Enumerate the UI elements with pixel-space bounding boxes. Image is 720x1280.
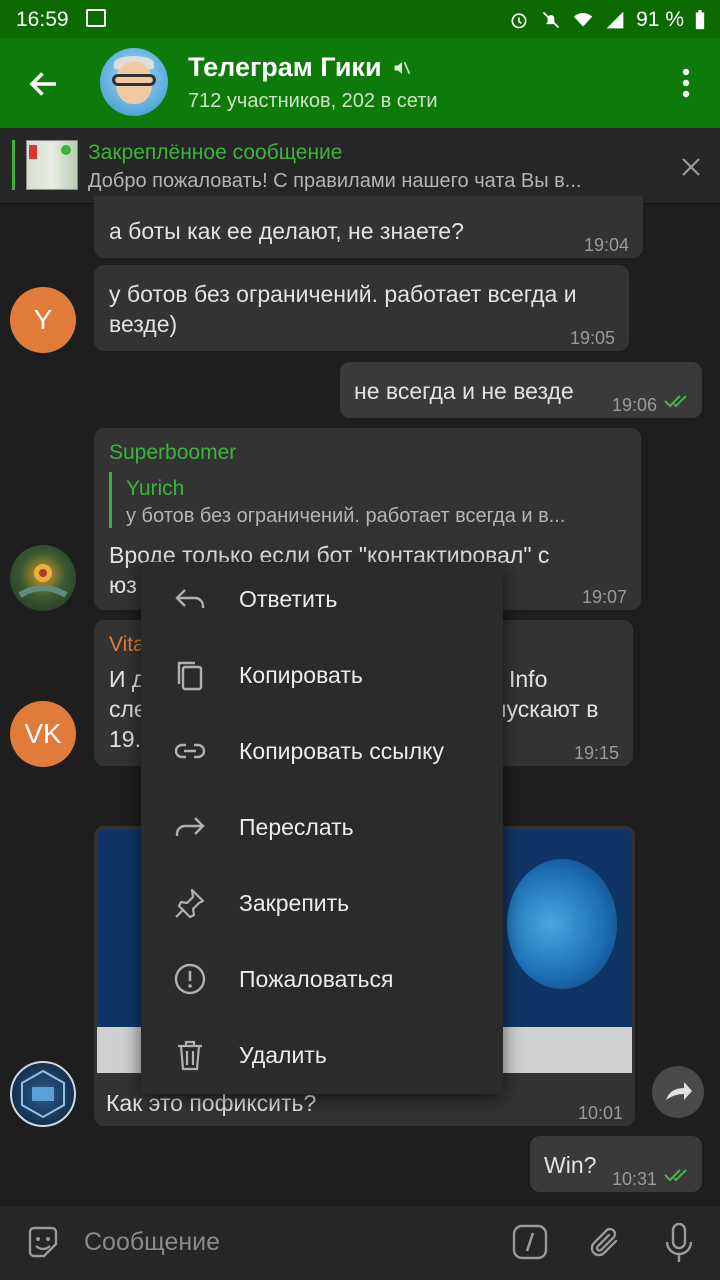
pinned-text: Добро пожаловать! С правилами нашего чат… [88, 170, 582, 192]
menu-item-label: Удалить [239, 1042, 327, 1068]
message-bubble[interactable]: у ботов без ограничений. работает всегда… [94, 265, 629, 351]
menu-item-delete[interactable]: Удалить [141, 1018, 503, 1094]
reply-text: у ботов без ограничений. работает всегда… [126, 505, 566, 527]
message-bubble-outgoing[interactable]: не всегда и не везде 19:06 [340, 362, 702, 418]
reply-icon [175, 589, 205, 608]
double-check-icon [664, 395, 687, 408]
message-context-menu: Ответить Копировать Копировать ссылку Пе… [141, 562, 503, 1094]
menu-item-report[interactable]: Пожаловаться [141, 942, 503, 1018]
menu-item-label: Закрепить [239, 890, 350, 916]
forward-icon [175, 817, 205, 836]
menu-item-reply[interactable]: Ответить [141, 562, 503, 638]
pin-icon [175, 888, 205, 919]
pinned-title: Закреплённое сообщение [88, 141, 343, 164]
status-icons: 91 % [508, 8, 706, 32]
message-text-fragment: пускают в [494, 696, 599, 722]
menu-item-label: Копировать ссылку [239, 738, 445, 764]
avatar[interactable]: VK [10, 701, 76, 767]
menu-item-label: Переслать [239, 814, 354, 840]
menu-item-pin[interactable]: Закрепить [141, 866, 503, 942]
status-time: 16:59 [16, 8, 69, 31]
report-icon [174, 963, 206, 995]
message-time: 19:05 [570, 328, 616, 348]
message-text-fragment: Info [509, 666, 548, 692]
menu-item-label: Ответить [239, 586, 338, 612]
message-time: 19:15 [574, 743, 620, 763]
message-text: у ботов без ограничений. работает всегда… [109, 281, 577, 337]
message-time: 10:01 [578, 1103, 624, 1123]
share-arrow-icon [666, 1082, 692, 1100]
reply-quote[interactable]: Yurich у ботов без ограничений. работает… [109, 472, 629, 528]
chat-title-text: Телеграм Гики [188, 52, 382, 82]
muted-speaker-icon [394, 61, 410, 74]
message-text: не всегда и не везде [354, 378, 574, 404]
bot-commands-icon[interactable] [512, 1224, 548, 1260]
close-icon[interactable] [680, 156, 702, 178]
menu-item-copy[interactable]: Копировать [141, 638, 503, 714]
menu-item-forward[interactable]: Переслать [141, 790, 503, 866]
message-text: а боты как ее делают, не знаете? [109, 218, 464, 244]
signal-icon [606, 11, 624, 29]
avatar-initials: Y [33, 304, 53, 335]
reply-name: Yurich [126, 477, 185, 500]
forward-share-button[interactable] [652, 1066, 704, 1118]
menu-item-label: Пожаловаться [239, 966, 394, 992]
chat-avatar[interactable] [100, 48, 168, 116]
avatar[interactable] [10, 545, 76, 611]
double-check-icon [664, 1169, 687, 1182]
gallery-notification-icon [86, 9, 106, 27]
message-bubble-outgoing[interactable]: Win? 10:31 [530, 1136, 702, 1192]
message-text-line: юз [109, 572, 137, 598]
avatar-initials: VK [24, 718, 62, 749]
message-text-fragment: 19. [109, 726, 141, 752]
copy-icon [177, 661, 203, 691]
delete-icon [178, 1040, 202, 1071]
avatar[interactable] [10, 1061, 76, 1127]
message-text: Win? [544, 1152, 597, 1178]
emoji-sticker-icon[interactable] [24, 1224, 62, 1262]
avatar[interactable]: Y [10, 287, 76, 353]
chat-header: Телеграм Гики 712 участников, 202 в сети [0, 38, 720, 128]
attach-paperclip-icon[interactable] [588, 1224, 624, 1262]
menu-item-copy-link[interactable]: Копировать ссылку [141, 714, 503, 790]
chat-subtitle: 712 участников, 202 в сети [188, 90, 438, 112]
mute-notifications-icon [543, 11, 560, 29]
message-time: 19:06 [612, 395, 658, 415]
wifi-icon [573, 13, 593, 27]
chat-title[interactable]: Телеграм Гики [188, 52, 412, 83]
message-bubble[interactable]: а боты как ее делают, не знаете? 19:04 [94, 196, 643, 258]
microphone-icon[interactable] [664, 1222, 694, 1264]
pinned-accent-bar [12, 140, 15, 190]
creature-avatar-icon [18, 564, 68, 598]
pinned-message-bar[interactable]: Закреплённое сообщение Добро пожаловать!… [0, 128, 720, 204]
alarm-icon [511, 13, 527, 29]
menu-item-label: Копировать [239, 662, 363, 688]
message-time: 10:31 [612, 1169, 658, 1189]
message-time: 19:07 [582, 587, 628, 607]
battery-percent: 91 % [636, 8, 684, 31]
status-bar: 16:59 91 % [0, 0, 720, 38]
message-input-bar: Сообщение [0, 1206, 720, 1280]
sender-name: Vita [109, 633, 145, 656]
pinned-thumbnail [26, 140, 78, 190]
message-input[interactable]: Сообщение [84, 1228, 220, 1257]
message-text-fragment: И д [109, 666, 146, 692]
back-arrow-icon[interactable] [26, 66, 62, 102]
link-icon [174, 743, 206, 759]
sender-name: Superboomer [109, 441, 237, 464]
more-vertical-icon[interactable] [682, 68, 690, 98]
battery-icon [695, 10, 705, 30]
message-time: 19:04 [584, 235, 630, 255]
robot-avatar-icon [21, 1069, 65, 1119]
